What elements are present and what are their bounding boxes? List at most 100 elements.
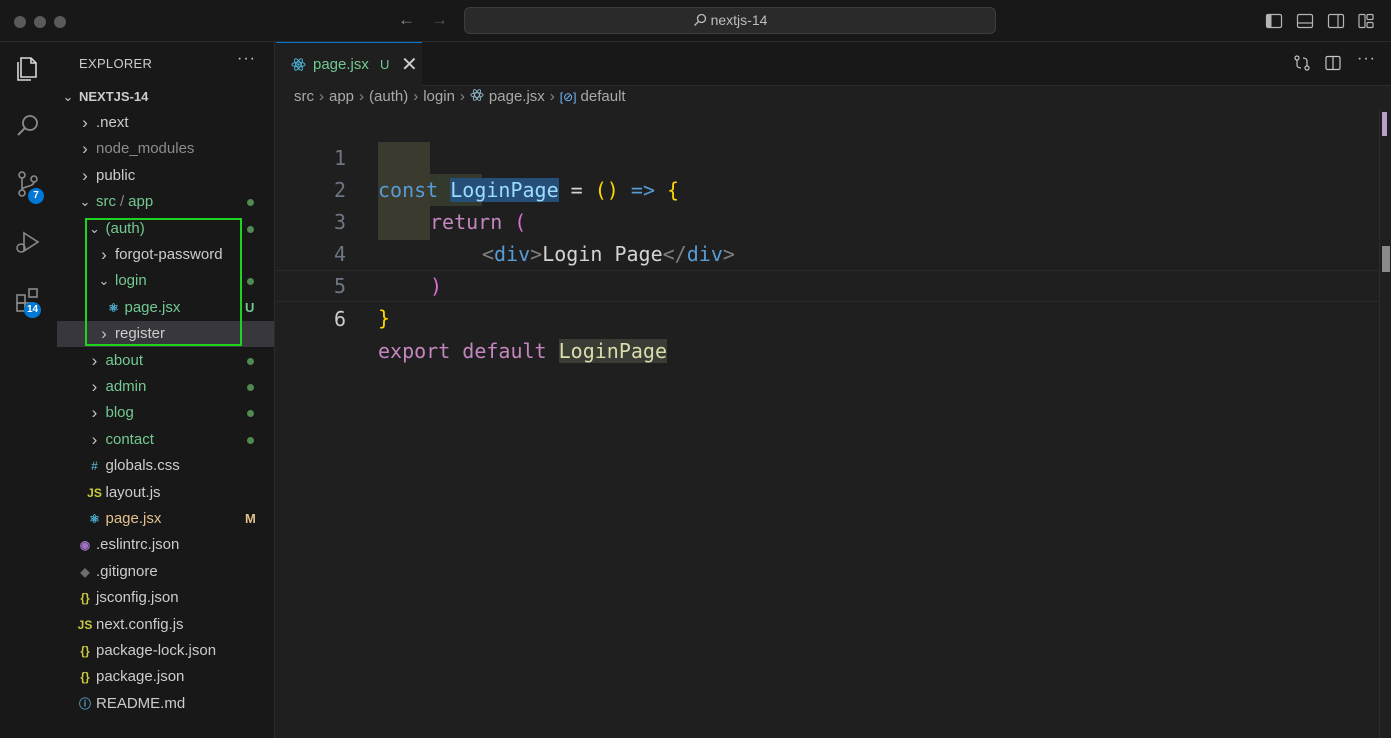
explorer-more-actions-button[interactable]: ··· xyxy=(237,50,256,68)
minimize-window-button[interactable] xyxy=(34,16,46,28)
json-file-icon: {} xyxy=(80,644,90,658)
forward-arrow-icon[interactable]: → xyxy=(431,10,448,30)
workspace-root[interactable]: ⌄ NEXTJS-14 xyxy=(57,84,274,110)
tree-item-label: .gitignore xyxy=(96,563,158,580)
split-editor-icon[interactable] xyxy=(1324,54,1342,72)
code-line-6: 6 export default LoginPage xyxy=(276,270,1379,363)
chevron-down-icon: ⌄ xyxy=(62,89,74,104)
eslint-file-icon: ◉ xyxy=(79,538,91,552)
more-actions-icon[interactable]: ··· xyxy=(1357,50,1376,68)
tree-file[interactable]: ◉ .eslintrc.json xyxy=(57,532,274,558)
back-arrow-icon[interactable]: ← xyxy=(398,10,415,30)
keyword: default xyxy=(462,339,547,363)
git-status-dot xyxy=(247,410,254,417)
tree-file[interactable]: ⚛ page.jsx M xyxy=(57,506,274,532)
react-icon xyxy=(291,58,306,71)
tree-folder[interactable]: › node_modules xyxy=(57,136,274,162)
line-number: 6 xyxy=(333,307,346,331)
code-editor[interactable]: 1 const LoginPage = () => { 2 return ( 3… xyxy=(276,108,1379,738)
toggle-secondary-sidebar-icon[interactable] xyxy=(1327,12,1345,30)
code-line-1: 1 const LoginPage = () => { xyxy=(276,110,1379,202)
git-status-dot xyxy=(247,384,254,391)
breadcrumb-auth[interactable]: (auth) xyxy=(369,88,408,105)
react-file-icon: ⚛ xyxy=(89,512,100,526)
chevron-right-icon: › xyxy=(82,113,88,132)
chevron-right-icon: › xyxy=(91,430,98,449)
tree-file[interactable]: JS next.config.js xyxy=(57,612,274,638)
tree-item-label: README.md xyxy=(96,695,186,712)
tree-folder[interactable]: › .next xyxy=(57,110,274,136)
chevron-right-icon: › xyxy=(82,166,88,185)
scrollbar-change-marker xyxy=(1382,112,1387,136)
tree-file[interactable]: {} jsconfig.json xyxy=(57,585,274,611)
punctuation: } xyxy=(378,306,391,330)
git-status-letter: U xyxy=(245,300,255,315)
chevron-down-icon: ⌄ xyxy=(79,194,91,209)
git-status-letter: M xyxy=(245,511,256,526)
tree-item-label: .eslintrc.json xyxy=(96,536,180,553)
code-line-3: 3 <div>Login Page</div> xyxy=(276,174,1379,266)
identifier: LoginPage xyxy=(558,339,668,363)
tree-file[interactable]: {} package-lock.json xyxy=(57,638,274,664)
tree-file[interactable]: # globals.css xyxy=(57,453,274,479)
open-changes-icon[interactable] xyxy=(1293,54,1311,72)
breadcrumb-app[interactable]: app xyxy=(329,88,354,105)
code-line-5: 5 } xyxy=(276,238,1379,330)
breadcrumb-file[interactable]: page.jsx xyxy=(489,88,545,105)
tree-folder[interactable]: ⌄ src / app xyxy=(57,189,274,215)
tree-item-label: globals.css xyxy=(105,457,180,474)
tree-folder[interactable]: › admin xyxy=(57,374,274,400)
tree-file[interactable]: JS layout.js xyxy=(57,480,274,506)
tab-page-jsx[interactable]: page.jsx U ✕ xyxy=(276,42,422,86)
tree-folder[interactable]: › about xyxy=(57,348,274,374)
keyword: export xyxy=(378,339,451,363)
chevron-right-icon: › xyxy=(359,88,365,105)
tree-item-label: package-lock.json xyxy=(96,642,217,659)
tree-item-label: .next xyxy=(96,114,129,131)
toggle-primary-sidebar-icon[interactable] xyxy=(1265,12,1283,30)
scrollbar-thumb[interactable] xyxy=(1382,246,1390,272)
close-tab-icon[interactable]: ✕ xyxy=(401,52,418,77)
workspace-title: nextjs-14 xyxy=(710,12,768,28)
breadcrumb-src[interactable]: src xyxy=(294,88,314,105)
tree-item-label: next.config.js xyxy=(96,616,184,633)
js-file-icon: JS xyxy=(87,486,102,500)
tree-folder[interactable]: › contact xyxy=(57,427,274,453)
tree-item-label: src / app xyxy=(96,193,154,210)
close-window-button[interactable] xyxy=(14,16,26,28)
editor-scrollbar[interactable] xyxy=(1379,108,1391,738)
tree-item-label: layout.js xyxy=(105,484,161,501)
tree-item-label: about xyxy=(105,352,144,369)
tree-item-label: contact xyxy=(105,431,154,448)
title-bar: ← → nextjs-14 xyxy=(0,0,1391,42)
maximize-window-button[interactable] xyxy=(54,16,66,28)
git-status-dot xyxy=(247,226,254,233)
git-status-dot xyxy=(247,437,254,444)
chevron-right-icon: › xyxy=(91,403,98,422)
tree-item-label: blog xyxy=(105,404,134,421)
chevron-right-icon: › xyxy=(91,351,98,370)
search-icon[interactable] xyxy=(12,110,44,142)
git-status-dot xyxy=(247,358,254,365)
tree-file[interactable]: ◆ .gitignore xyxy=(57,559,274,585)
tree-item-label: jsconfig.json xyxy=(96,589,179,606)
explorer-icon[interactable] xyxy=(12,52,44,84)
chevron-right-icon: › xyxy=(413,88,419,105)
toggle-panel-icon[interactable] xyxy=(1296,12,1314,30)
tree-file[interactable]: {} package.json xyxy=(57,664,274,690)
customize-layout-icon[interactable] xyxy=(1357,12,1375,30)
tree-file[interactable]: ⓘ README.md xyxy=(57,691,274,717)
tree-item-label: page.jsx xyxy=(105,510,162,527)
extensions-badge: 14 xyxy=(24,302,42,318)
code-line-2: 2 return ( xyxy=(276,142,1379,234)
git-file-icon: ◆ xyxy=(80,565,90,579)
js-file-icon: JS xyxy=(77,618,93,632)
command-center-search[interactable]: nextjs-14 xyxy=(464,7,996,34)
run-debug-icon[interactable] xyxy=(12,226,44,258)
tree-folder[interactable]: › public xyxy=(57,163,274,189)
breadcrumb-login[interactable]: login xyxy=(423,88,455,105)
chevron-right-icon: › xyxy=(91,377,98,396)
tree-folder[interactable]: › blog xyxy=(57,400,274,426)
breadcrumb-symbol[interactable]: default xyxy=(581,88,626,105)
editor-tab-bar: page.jsx U ✕ ··· xyxy=(276,42,1391,86)
